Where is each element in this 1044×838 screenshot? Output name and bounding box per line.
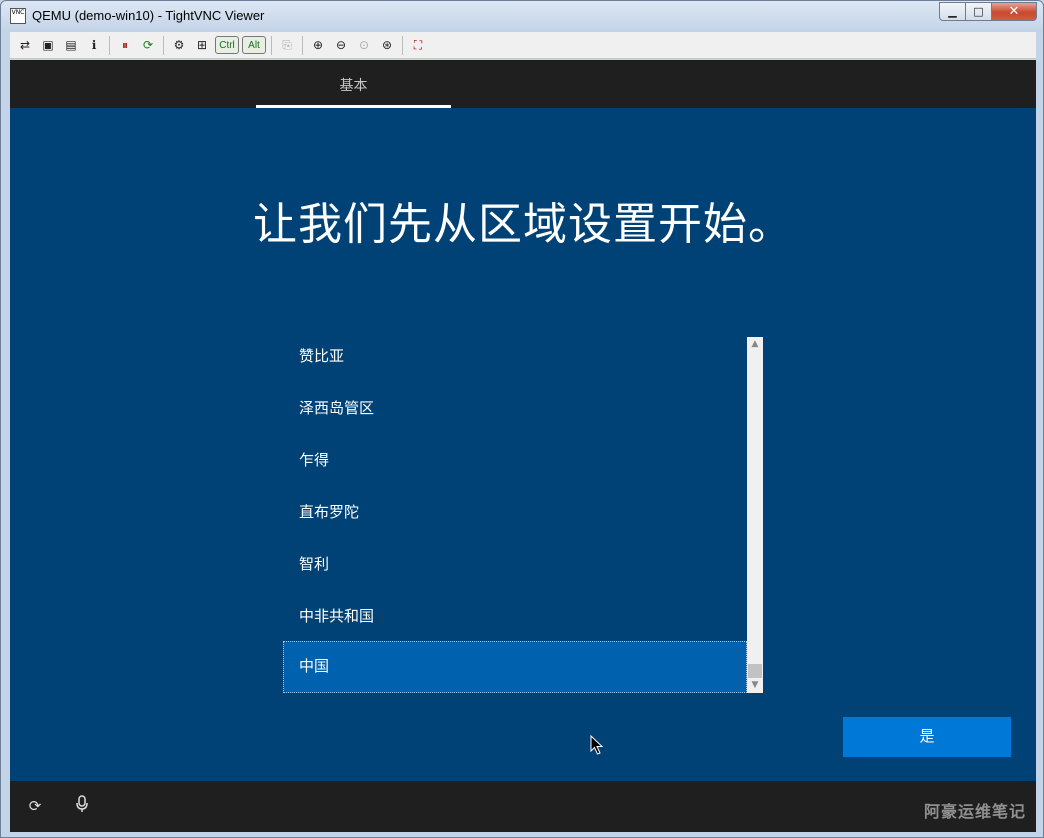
tab-basic: 基本 (339, 78, 368, 94)
clipboard-icon[interactable]: ⎘ (277, 35, 297, 55)
region-list-item[interactable]: 智利 (283, 545, 747, 597)
zoom-100-icon[interactable]: ⊙ (354, 35, 374, 55)
alt-key-button[interactable]: Alt (242, 36, 266, 54)
window-title: QEMU (demo-win10) - TightVNC Viewer (32, 8, 265, 23)
refresh-icon[interactable]: ⟳ (138, 35, 158, 55)
vnc-viewer-window: VNC QEMU (demo-win10) - TightVNC Viewer … (0, 0, 1044, 838)
region-list-item[interactable]: 泽西岛管区 (283, 389, 747, 441)
page-title: 让我们先从区域设置开始。 (253, 199, 793, 250)
scroll-down-arrow-icon[interactable]: ▼ (747, 678, 763, 693)
region-list-item[interactable]: 直布罗陀 (283, 493, 747, 545)
options-icon[interactable]: ▤ (61, 35, 81, 55)
ctrl-key-button[interactable]: Ctrl (215, 36, 239, 54)
toolbar-separator (302, 35, 303, 55)
region-list-scrollbar[interactable]: ▲ ▼ (747, 337, 763, 693)
new-connection-icon[interactable]: ⇄ (15, 35, 35, 55)
title-bar[interactable]: VNC QEMU (demo-win10) - TightVNC Viewer … (1, 1, 1043, 31)
mouse-cursor-icon (590, 735, 604, 755)
oobe-top-bar: 基本 (10, 60, 1036, 108)
toolbar-separator (109, 35, 110, 55)
region-list[interactable]: 赞比亚 泽西岛管区 乍得 直布罗陀 智利 中非共和国 中国 (283, 337, 763, 693)
toolbar-separator (402, 35, 403, 55)
toolbar-separator (163, 35, 164, 55)
zoom-in-icon[interactable]: ⊕ (308, 35, 328, 55)
remote-screen[interactable]: 基本 让我们先从区域设置开始。 赞比亚 泽西岛管区 乍得 直布罗陀 智利 中非共… (10, 60, 1036, 832)
yes-button[interactable]: 是 (843, 717, 1011, 757)
scroll-up-arrow-icon[interactable]: ▲ (747, 337, 763, 352)
microphone-shape (76, 795, 88, 812)
ease-of-access-icon[interactable]: ⟳ (24, 795, 46, 817)
minimize-button[interactable]: ▁ (939, 2, 966, 21)
maximize-button[interactable]: □ (966, 2, 992, 21)
info-icon[interactable]: ℹ (84, 35, 104, 55)
toolbar-separator (271, 35, 272, 55)
close-button[interactable]: ✕ (992, 2, 1037, 21)
vnc-toolbar: ⇄ ▣ ▤ ℹ ⏸ ⟳ ⚙ ⊞ Ctrl Alt ⎘ ⊕ ⊖ ⊙ ⊛ ⛶ (10, 32, 1036, 59)
tab-indicator (256, 105, 451, 108)
windows-key-icon[interactable]: ⊞ (192, 35, 212, 55)
window-controls: ▁ □ ✕ (939, 2, 1037, 21)
pause-icon[interactable]: ⏸ (115, 35, 135, 55)
save-icon[interactable]: ▣ (38, 35, 58, 55)
zoom-fit-icon[interactable]: ⊛ (377, 35, 397, 55)
watermark-text: 阿豪运维笔记 (923, 802, 1026, 821)
region-list-item[interactable]: 赞比亚 (283, 337, 747, 389)
region-list-item[interactable]: 乍得 (283, 441, 747, 493)
fullscreen-icon[interactable]: ⛶ (408, 35, 428, 55)
microphone-icon[interactable] (71, 795, 93, 817)
zoom-out-icon[interactable]: ⊖ (331, 35, 351, 55)
oobe-bottom-bar: ⟳ 阿豪运维笔记 (10, 781, 1036, 832)
scroll-thumb[interactable] (748, 664, 762, 678)
ctrl-alt-del-icon[interactable]: ⚙ (169, 35, 189, 55)
vnc-app-icon[interactable]: VNC (10, 8, 26, 24)
region-list-item-selected[interactable]: 中国 (283, 641, 747, 693)
